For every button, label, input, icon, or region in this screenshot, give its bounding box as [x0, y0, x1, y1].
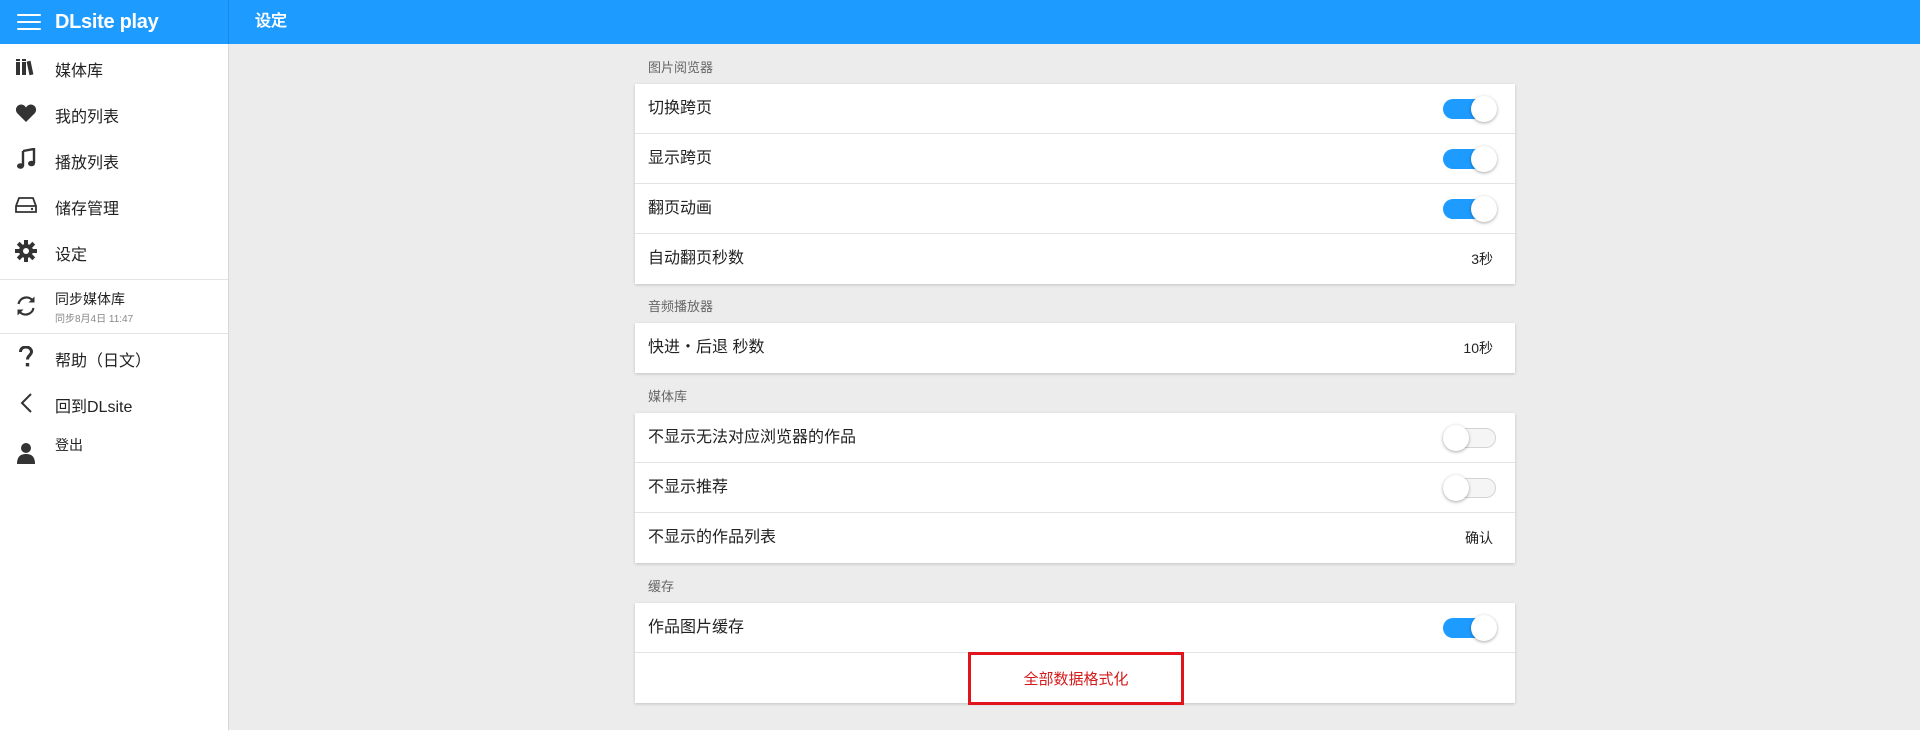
settings-row: 作品图片缓存	[635, 603, 1515, 653]
sidebar-item-logout[interactable]: 登出	[0, 426, 228, 472]
card-library: 不显示无法对应浏览器的作品 不显示推荐 不显示的作品列表 确认	[635, 413, 1515, 563]
hide-unsupported-toggle[interactable]	[1443, 425, 1498, 451]
sidebar-item-storage[interactable]: 储存管理	[0, 182, 228, 228]
card-audio-player: 快进・后退 秒数 10秒	[635, 323, 1515, 373]
sidebar-item-my-list[interactable]: 我的列表	[0, 90, 228, 136]
seek-seconds-row[interactable]: 快进・后退 秒数 10秒	[635, 323, 1515, 373]
storage-drive-icon	[14, 193, 38, 217]
library-icon	[14, 55, 38, 79]
chevron-left-icon	[14, 391, 38, 415]
hamburger-menu-icon[interactable]	[14, 11, 44, 33]
setting-label: 作品图片缓存	[648, 619, 745, 636]
sidebar-item-settings[interactable]: 设定	[0, 228, 228, 274]
sidebar-item-label: 回到DLsite	[55, 399, 133, 416]
music-note-icon	[14, 147, 38, 171]
image-cache-toggle[interactable]	[1443, 615, 1498, 641]
sidebar: 媒体库 我的列表 播放列表 储存管理 设定 同步媒体库 同步8月4日 11:47	[0, 44, 229, 730]
sync-label: 同步媒体库	[55, 291, 125, 307]
settings-row: 翻页动画	[635, 184, 1515, 234]
setting-label: 不显示无法对应浏览器的作品	[648, 429, 857, 446]
user-icon	[14, 441, 38, 465]
setting-label: 切换跨页	[648, 100, 713, 117]
page-title: 设定	[255, 13, 288, 30]
switch-spread-toggle[interactable]	[1443, 96, 1498, 122]
sidebar-item-back-to-dlsite[interactable]: 回到DLsite	[0, 380, 228, 426]
auto-page-seconds-row[interactable]: 自动翻页秒数 3秒	[635, 234, 1515, 284]
app-logo[interactable]: DLsite play	[55, 11, 159, 34]
question-icon	[14, 345, 38, 369]
gear-icon	[14, 239, 38, 263]
heart-icon	[14, 101, 38, 125]
sidebar-item-label: 我的列表	[55, 109, 120, 126]
settings-row: 显示跨页	[635, 134, 1515, 184]
confirm-link[interactable]: 确认	[1465, 513, 1493, 563]
seek-seconds-value[interactable]: 10秒	[1463, 323, 1493, 373]
setting-label: 翻页动画	[648, 200, 713, 217]
settings-row: 不显示推荐	[635, 463, 1515, 513]
sidebar-item-label: 储存管理	[55, 201, 120, 218]
format-row: 全部数据格式化	[635, 652, 1515, 705]
setting-label: 显示跨页	[648, 150, 713, 167]
hidden-works-row[interactable]: 不显示的作品列表 确认	[635, 513, 1515, 563]
page-animation-toggle[interactable]	[1443, 196, 1498, 222]
settings-row: 不显示无法对应浏览器的作品	[635, 413, 1515, 463]
sidebar-item-label: 播放列表	[55, 155, 120, 172]
sidebar-item-playlist[interactable]: 播放列表	[0, 136, 228, 182]
card-cache: 作品图片缓存 全部数据格式化	[635, 603, 1515, 705]
sidebar-item-label: 帮助（日文）	[55, 353, 152, 370]
section-title-image-viewer: 图片阅览器	[648, 60, 714, 75]
format-all-data-button[interactable]: 全部数据格式化	[968, 652, 1184, 705]
auto-page-seconds-value[interactable]: 3秒	[1471, 234, 1493, 284]
setting-label: 自动翻页秒数	[648, 250, 745, 267]
setting-label: 快进・后退 秒数	[648, 339, 765, 356]
sync-icon	[14, 294, 38, 318]
setting-label: 不显示的作品列表	[648, 529, 777, 546]
card-image-viewer: 切换跨页 显示跨页 翻页动画 自动翻页秒数 3秒	[635, 84, 1515, 284]
sync-library-button[interactable]: 同步媒体库 同步8月4日 11:47	[0, 280, 228, 332]
sidebar-item-help[interactable]: 帮助（日文）	[0, 334, 228, 380]
top-bar: DLsite play 设定	[0, 0, 1920, 44]
settings-row: 切换跨页	[635, 84, 1515, 134]
section-title-audio-player: 音频播放器	[648, 299, 714, 314]
section-title-library: 媒体库	[648, 389, 688, 404]
sidebar-item-label: 媒体库	[55, 63, 104, 80]
section-title-cache: 缓存	[648, 579, 675, 594]
hide-recommendations-toggle[interactable]	[1443, 475, 1498, 501]
sidebar-item-library[interactable]: 媒体库	[0, 44, 228, 90]
brand-area: DLsite play	[0, 0, 229, 44]
show-spread-toggle[interactable]	[1443, 146, 1498, 172]
setting-label: 不显示推荐	[648, 479, 729, 496]
sidebar-item-label: 设定	[55, 247, 88, 264]
sync-timestamp: 同步8月4日 11:47	[55, 314, 134, 325]
sidebar-item-label: 登出	[55, 437, 83, 453]
